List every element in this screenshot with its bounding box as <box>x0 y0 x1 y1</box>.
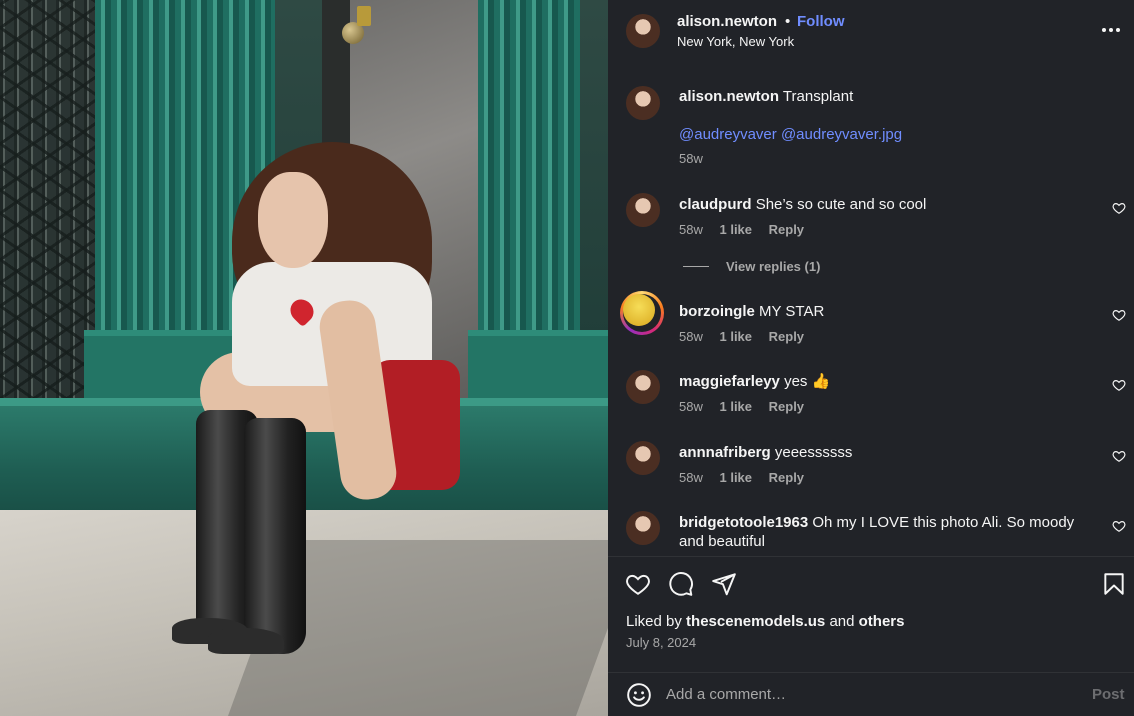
comment-text: maggiefarleyy yes 👍 <box>679 372 1089 391</box>
caption-username[interactable]: alison.newton <box>679 88 779 105</box>
post-date[interactable]: July 8, 2024 <box>626 635 696 650</box>
comment-body: yeeessssss <box>774 444 853 461</box>
comment-meta: 58w 1 like Reply <box>679 329 817 344</box>
follow-button[interactable]: Follow <box>797 13 845 30</box>
view-replies-label: View replies (1) <box>726 259 821 274</box>
liked-by-prefix: Liked by <box>626 613 682 630</box>
comment-username[interactable]: bridgetotoole1963 <box>679 514 808 531</box>
heart-icon[interactable] <box>1112 378 1126 392</box>
caption-timestamp[interactable]: 58w <box>679 151 703 166</box>
avatar[interactable] <box>626 14 660 48</box>
separator-dot: • <box>785 13 791 30</box>
comment-text: bridgetotoole1963 Oh my I LOVE this phot… <box>679 513 1089 551</box>
emoji-icon[interactable] <box>626 682 652 708</box>
heart-icon[interactable] <box>1112 449 1126 463</box>
caption-text: alison.newton Transplant <box>679 88 853 105</box>
bookmark-icon[interactable] <box>1101 571 1127 597</box>
add-comment-bar: Post <box>608 672 1134 716</box>
reply-button[interactable]: Reply <box>769 329 804 344</box>
comment-body: MY STAR <box>759 303 825 320</box>
comment-avatar[interactable] <box>626 511 660 545</box>
liked-by-others[interactable]: others <box>859 613 905 630</box>
post-comment-button[interactable]: Post <box>1092 686 1125 703</box>
comment-avatar[interactable] <box>626 370 660 404</box>
comment-time[interactable]: 58w <box>679 329 703 344</box>
girl-face <box>258 172 328 268</box>
post-side-panel: alison.newton • Follow New York, New Yor… <box>608 0 1134 716</box>
reply-button[interactable]: Reply <box>769 222 804 237</box>
mention-link[interactable]: @audreyvaver <box>679 126 777 143</box>
instagram-post-modal: alison.newton • Follow New York, New Yor… <box>0 0 1134 716</box>
share-icon[interactable] <box>711 571 737 597</box>
comment-body: yes 👍 <box>784 373 831 390</box>
heart-icon[interactable] <box>1112 201 1126 215</box>
comment-input[interactable] <box>666 679 1066 709</box>
liked-by-and: and <box>829 613 855 630</box>
comment-time[interactable]: 58w <box>679 470 703 485</box>
boot-toe-right <box>208 628 284 654</box>
post-photo[interactable] <box>0 0 608 716</box>
comment-body: She’s so cute and so cool <box>755 196 927 213</box>
header-username[interactable]: alison.newton <box>677 13 777 30</box>
comment-text: annnafriberg yeeessssss <box>679 443 1089 462</box>
reply-button[interactable]: Reply <box>769 470 804 485</box>
action-bar <box>608 556 1134 616</box>
reply-button[interactable]: Reply <box>769 399 804 414</box>
liked-by: Liked by thescenemodels.us and others <box>626 613 904 630</box>
caption-mentions: @audreyvaver @audreyvaver.jpg <box>679 126 902 143</box>
boot-right <box>244 418 306 654</box>
comment-username[interactable]: borzoingle <box>679 303 755 320</box>
caption-avatar[interactable] <box>626 86 660 120</box>
comment-likes[interactable]: 1 like <box>719 222 752 237</box>
comment-text: claudpurd She’s so cute and so cool <box>679 195 1089 214</box>
heart-icon[interactable] <box>625 571 651 597</box>
comment-avatar <box>623 294 655 326</box>
comment-username[interactable]: claudpurd <box>679 196 752 213</box>
view-replies-button[interactable]: View replies (1) <box>683 259 820 274</box>
comment-time[interactable]: 58w <box>679 222 703 237</box>
comment-username[interactable]: maggiefarleyy <box>679 373 780 390</box>
comment-meta: 58w 1 like Reply <box>679 222 817 237</box>
comment-time[interactable]: 58w <box>679 399 703 414</box>
view-replies-line <box>683 266 709 267</box>
door-lock <box>357 6 371 26</box>
story-ring[interactable] <box>620 291 664 335</box>
comment-meta: 58w 1 like Reply <box>679 399 817 414</box>
mention-link[interactable]: @audreyvaver.jpg <box>781 126 902 143</box>
post-header: alison.newton • Follow New York, New Yor… <box>608 0 1134 64</box>
location-link[interactable]: New York, New York <box>677 34 794 49</box>
comment-icon[interactable] <box>668 571 694 597</box>
comment-avatar[interactable] <box>626 193 660 227</box>
comment-likes[interactable]: 1 like <box>719 399 752 414</box>
comment-likes[interactable]: 1 like <box>719 470 752 485</box>
comment-avatar[interactable] <box>626 441 660 475</box>
heart-icon[interactable] <box>1112 519 1126 533</box>
comment-meta: 58w 1 like Reply <box>679 470 817 485</box>
more-options-icon[interactable] <box>1100 20 1122 40</box>
comment-text: borzoingle MY STAR <box>679 302 1089 321</box>
caption-body: Transplant <box>782 88 854 105</box>
liked-by-user[interactable]: thescenemodels.us <box>686 613 825 630</box>
comment-username[interactable]: annnafriberg <box>679 444 771 461</box>
comment-likes[interactable]: 1 like <box>719 329 752 344</box>
heart-icon[interactable] <box>1112 308 1126 322</box>
